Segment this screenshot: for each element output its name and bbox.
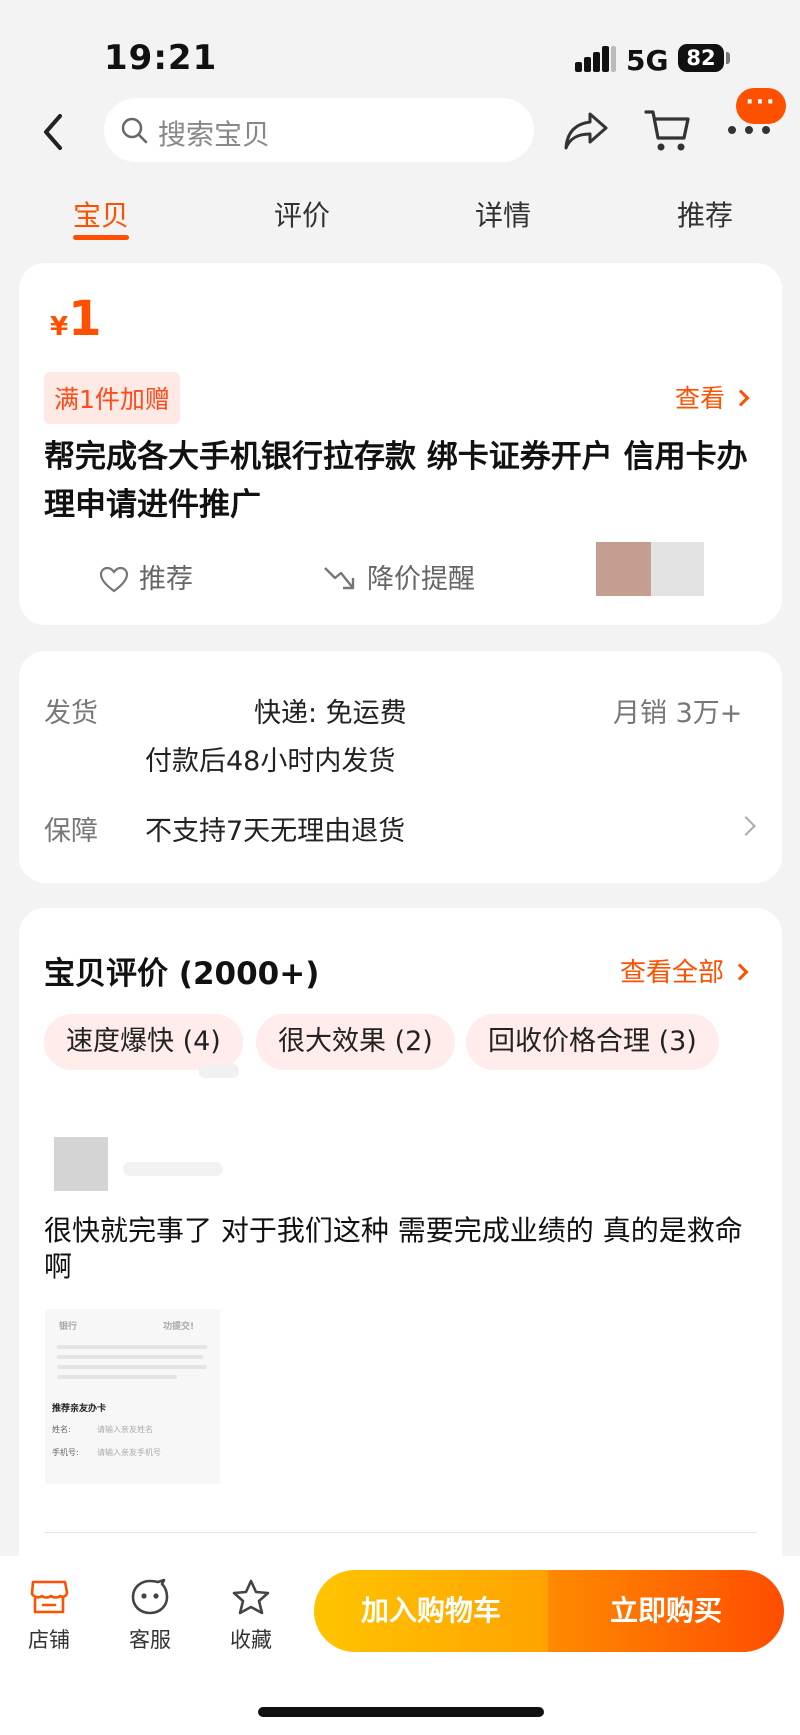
review-tag[interactable]: 很大效果 (2) <box>256 1014 455 1070</box>
chevron-right-icon[interactable] <box>736 816 756 836</box>
share-icon[interactable] <box>562 108 610 152</box>
favorite-label: 收藏 <box>230 1628 272 1652</box>
review-text: 很快就完事了 对于我们这种 需要完成业绩的 真的是救命啊 <box>44 1214 743 1283</box>
battery-tip <box>726 52 730 64</box>
price-drop-icon <box>324 567 355 590</box>
add-to-cart-button[interactable]: 加入购物车 <box>314 1570 548 1652</box>
review-image[interactable]: 银行 功提交! 推荐亲友办卡 姓名: 请输入亲友姓名 手机号: 请输入亲友手机号 <box>45 1309 220 1484</box>
promo-tag: 满1件加赠 <box>44 372 180 424</box>
heart-icon <box>99 566 129 593</box>
monthly-sales: 月销 3万+ <box>613 698 743 729</box>
review-tag[interactable]: 速度爆快 (4) <box>44 1014 243 1070</box>
product-title: 帮完成各大手机银行拉存款 绑卡证券开户 信用卡办理申请进件推广 <box>44 439 748 523</box>
network-type: 5G <box>626 44 669 77</box>
product-thumbnail[interactable] <box>596 542 651 596</box>
guarantee-label: 保障 <box>44 816 98 847</box>
back-arrow-icon[interactable] <box>38 112 68 152</box>
divider <box>44 1532 757 1533</box>
review-image-field-placeholder: 请输入亲友手机号 <box>97 1448 161 1457</box>
price-alert-label: 降价提醒 <box>367 564 475 595</box>
review-image-field-placeholder: 请输入亲友姓名 <box>97 1425 153 1434</box>
reviewer-name-blurred <box>123 1162 223 1176</box>
search-placeholder: 搜索宝贝 <box>158 118 271 151</box>
tab-recommend[interactable]: 推荐 <box>677 194 733 234</box>
chevron-right-icon <box>732 389 750 407</box>
product-thumbnail[interactable] <box>651 542 704 596</box>
buy-now-button[interactable]: 立即购买 <box>548 1570 784 1652</box>
shop-icon <box>30 1580 69 1614</box>
star-icon <box>232 1579 270 1615</box>
blurred-region <box>199 1064 239 1078</box>
message-badge[interactable]: ··· <box>736 88 786 124</box>
price-currency: ¥ <box>50 312 69 342</box>
product-info-card: ¥1 满1件加赠 查看 帮完成各大手机银行拉存款 绑卡证券开户 信用卡办理申请进… <box>19 263 782 625</box>
status-time: 19:21 <box>104 38 218 78</box>
search-icon <box>121 117 148 144</box>
promo-view-label: 查看 <box>675 384 726 413</box>
shipping-card[interactable]: 发货 快递: 免运费 月销 3万+ 付款后48小时内发货 保障 不支持7天无理由… <box>19 651 782 883</box>
service-label: 客服 <box>129 1628 171 1652</box>
review-image-field-label: 姓名: <box>52 1425 71 1434</box>
shipping-method: 快递: 免运费 <box>254 698 407 729</box>
price-value: 1 <box>68 291 102 347</box>
review-image-heading: 功提交! <box>163 1322 195 1332</box>
promo-view-link[interactable]: 查看 <box>675 379 750 415</box>
signal-icon <box>575 46 617 72</box>
home-indicator <box>258 1707 544 1717</box>
battery-icon: 82 <box>678 44 724 72</box>
active-tab-indicator <box>73 235 129 240</box>
shipping-label: 发货 <box>44 698 98 729</box>
recommend-button[interactable]: 推荐 <box>99 557 193 596</box>
view-all-label: 查看全部 <box>620 958 725 988</box>
customer-service-icon <box>131 1578 169 1615</box>
favorite-button[interactable]: 收藏 <box>216 1578 286 1654</box>
reviews-card: 宝贝评价 (2000+) 查看全部 速度爆快 (4) 很大效果 (2) 回收价格… <box>19 908 782 1608</box>
review-image-form-title: 推荐亲友办卡 <box>52 1404 107 1414</box>
review-tag[interactable]: 回收价格合理 (3) <box>466 1014 719 1070</box>
shop-label: 店铺 <box>28 1628 70 1652</box>
shipping-time: 付款后48小时内发货 <box>145 746 396 777</box>
review-image-heading: 银行 <box>59 1322 78 1332</box>
customer-service-button[interactable]: 客服 <box>115 1578 185 1654</box>
avatar <box>54 1137 108 1191</box>
search-input[interactable]: 搜索宝贝 <box>104 98 534 162</box>
tab-reviews[interactable]: 评价 <box>274 194 330 234</box>
chevron-right-icon <box>731 963 749 981</box>
tab-item[interactable]: 宝贝 <box>73 194 129 234</box>
view-all-reviews-link[interactable]: 查看全部 <box>620 952 749 989</box>
recommend-label: 推荐 <box>139 564 193 595</box>
bottom-action-bar: 店铺 客服 收藏 加入购物车 立即购买 <box>0 1556 800 1735</box>
guarantee-value: 不支持7天无理由退货 <box>145 816 406 847</box>
status-bar: 19:21 5G 82 <box>0 0 800 90</box>
reviews-title: 宝贝评价 (2000+) <box>44 956 320 992</box>
shop-button[interactable]: 店铺 <box>14 1578 84 1654</box>
tab-details[interactable]: 详情 <box>475 194 531 234</box>
price-alert-button[interactable]: 降价提醒 <box>323 557 475 596</box>
product-price: ¥1 <box>50 291 102 347</box>
cart-icon[interactable] <box>642 106 692 154</box>
review-image-field-label: 手机号: <box>52 1448 79 1457</box>
